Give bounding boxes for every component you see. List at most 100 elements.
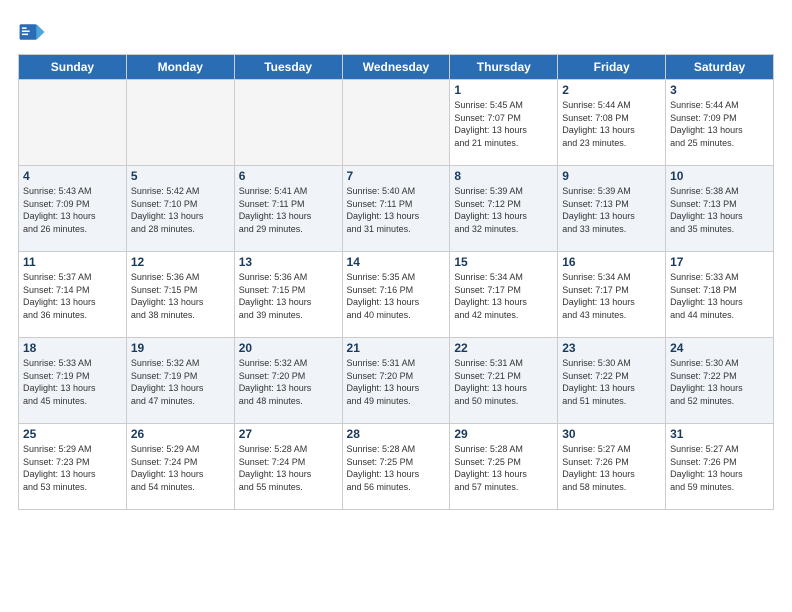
day-number: 24	[670, 341, 769, 355]
day-info: Sunrise: 5:44 AM Sunset: 7:09 PM Dayligh…	[670, 99, 769, 149]
day-number: 17	[670, 255, 769, 269]
day-info: Sunrise: 5:28 AM Sunset: 7:24 PM Dayligh…	[239, 443, 338, 493]
day-info: Sunrise: 5:43 AM Sunset: 7:09 PM Dayligh…	[23, 185, 122, 235]
weekday-header: Friday	[558, 55, 666, 80]
day-number: 1	[454, 83, 553, 97]
day-info: Sunrise: 5:30 AM Sunset: 7:22 PM Dayligh…	[562, 357, 661, 407]
day-number: 8	[454, 169, 553, 183]
day-number: 21	[347, 341, 446, 355]
calendar-page: SundayMondayTuesdayWednesdayThursdayFrid…	[0, 0, 792, 612]
calendar-cell: 19 Sunrise: 5:32 AM Sunset: 7:19 PM Dayli…	[126, 338, 234, 424]
day-number: 20	[239, 341, 338, 355]
day-info: Sunrise: 5:36 AM Sunset: 7:15 PM Dayligh…	[131, 271, 230, 321]
day-info: Sunrise: 5:38 AM Sunset: 7:13 PM Dayligh…	[670, 185, 769, 235]
day-info: Sunrise: 5:41 AM Sunset: 7:11 PM Dayligh…	[239, 185, 338, 235]
calendar-cell: 18 Sunrise: 5:33 AM Sunset: 7:19 PM Dayli…	[19, 338, 127, 424]
day-number: 23	[562, 341, 661, 355]
day-info: Sunrise: 5:33 AM Sunset: 7:19 PM Dayligh…	[23, 357, 122, 407]
weekday-header: Monday	[126, 55, 234, 80]
day-info: Sunrise: 5:27 AM Sunset: 7:26 PM Dayligh…	[562, 443, 661, 493]
calendar-cell: 7 Sunrise: 5:40 AM Sunset: 7:11 PM Daylig…	[342, 166, 450, 252]
calendar-cell: 3 Sunrise: 5:44 AM Sunset: 7:09 PM Daylig…	[666, 80, 774, 166]
day-number: 27	[239, 427, 338, 441]
day-number: 25	[23, 427, 122, 441]
day-info: Sunrise: 5:29 AM Sunset: 7:23 PM Dayligh…	[23, 443, 122, 493]
day-number: 6	[239, 169, 338, 183]
day-number: 31	[670, 427, 769, 441]
calendar-cell	[19, 80, 127, 166]
day-info: Sunrise: 5:45 AM Sunset: 7:07 PM Dayligh…	[454, 99, 553, 149]
calendar-cell: 12Sunrise: 5:36 AM Sunset: 7:15 PM Dayli…	[126, 252, 234, 338]
day-number: 19	[131, 341, 230, 355]
calendar-week-row: 11 Sunrise: 5:37 AM Sunset: 7:14 PM Dayli…	[19, 252, 774, 338]
day-info: Sunrise: 5:39 AM Sunset: 7:13 PM Dayligh…	[562, 185, 661, 235]
calendar-cell: 29 Sunrise: 5:28 AM Sunset: 7:25 PM Dayli…	[450, 424, 558, 510]
calendar-cell: 30 Sunrise: 5:27 AM Sunset: 7:26 PM Dayli…	[558, 424, 666, 510]
calendar-cell: 25 Sunrise: 5:29 AM Sunset: 7:23 PM Dayli…	[19, 424, 127, 510]
weekday-header: Wednesday	[342, 55, 450, 80]
calendar-cell: 26 Sunrise: 5:29 AM Sunset: 7:24 PM Dayli…	[126, 424, 234, 510]
day-number: 7	[347, 169, 446, 183]
day-number: 9	[562, 169, 661, 183]
day-info: Sunrise: 5:32 AM Sunset: 7:19 PM Dayligh…	[131, 357, 230, 407]
day-info: Sunrise: 5:29 AM Sunset: 7:24 PM Dayligh…	[131, 443, 230, 493]
day-number: 11	[23, 255, 122, 269]
logo	[18, 18, 50, 46]
day-info: Sunrise: 5:36 AM Sunset: 7:15 PM Dayligh…	[239, 271, 338, 321]
calendar-cell: 4Sunrise: 5:43 AM Sunset: 7:09 PM Daylig…	[19, 166, 127, 252]
day-number: 14	[347, 255, 446, 269]
calendar-cell: 11 Sunrise: 5:37 AM Sunset: 7:14 PM Dayli…	[19, 252, 127, 338]
day-info: Sunrise: 5:35 AM Sunset: 7:16 PM Dayligh…	[347, 271, 446, 321]
calendar-cell: 21Sunrise: 5:31 AM Sunset: 7:20 PM Dayli…	[342, 338, 450, 424]
calendar-cell: 31 Sunrise: 5:27 AM Sunset: 7:26 PM Dayli…	[666, 424, 774, 510]
calendar-cell: 13Sunrise: 5:36 AM Sunset: 7:15 PM Dayli…	[234, 252, 342, 338]
day-number: 22	[454, 341, 553, 355]
calendar-cell: 16 Sunrise: 5:34 AM Sunset: 7:17 PM Dayli…	[558, 252, 666, 338]
day-info: Sunrise: 5:28 AM Sunset: 7:25 PM Dayligh…	[454, 443, 553, 493]
calendar-table: SundayMondayTuesdayWednesdayThursdayFrid…	[18, 54, 774, 510]
day-info: Sunrise: 5:40 AM Sunset: 7:11 PM Dayligh…	[347, 185, 446, 235]
calendar-cell: 5Sunrise: 5:42 AM Sunset: 7:10 PM Daylig…	[126, 166, 234, 252]
calendar-cell: 17 Sunrise: 5:33 AM Sunset: 7:18 PM Dayli…	[666, 252, 774, 338]
calendar-cell: 15 Sunrise: 5:34 AM Sunset: 7:17 PM Dayli…	[450, 252, 558, 338]
calendar-cell: 6 Sunrise: 5:41 AM Sunset: 7:11 PM Daylig…	[234, 166, 342, 252]
day-info: Sunrise: 5:34 AM Sunset: 7:17 PM Dayligh…	[562, 271, 661, 321]
weekday-header: Saturday	[666, 55, 774, 80]
calendar-cell: 8 Sunrise: 5:39 AM Sunset: 7:12 PM Daylig…	[450, 166, 558, 252]
calendar-cell	[126, 80, 234, 166]
calendar-cell: 1 Sunrise: 5:45 AM Sunset: 7:07 PM Daylig…	[450, 80, 558, 166]
calendar-cell: 20 Sunrise: 5:32 AM Sunset: 7:20 PM Dayli…	[234, 338, 342, 424]
day-info: Sunrise: 5:33 AM Sunset: 7:18 PM Dayligh…	[670, 271, 769, 321]
weekday-header-row: SundayMondayTuesdayWednesdayThursdayFrid…	[19, 55, 774, 80]
calendar-cell: 27 Sunrise: 5:28 AM Sunset: 7:24 PM Dayli…	[234, 424, 342, 510]
calendar-week-row: 25 Sunrise: 5:29 AM Sunset: 7:23 PM Dayli…	[19, 424, 774, 510]
day-info: Sunrise: 5:32 AM Sunset: 7:20 PM Dayligh…	[239, 357, 338, 407]
day-number: 5	[131, 169, 230, 183]
calendar-cell: 10 Sunrise: 5:38 AM Sunset: 7:13 PM Dayli…	[666, 166, 774, 252]
calendar-week-row: 1 Sunrise: 5:45 AM Sunset: 7:07 PM Daylig…	[19, 80, 774, 166]
day-info: Sunrise: 5:28 AM Sunset: 7:25 PM Dayligh…	[347, 443, 446, 493]
day-info: Sunrise: 5:39 AM Sunset: 7:12 PM Dayligh…	[454, 185, 553, 235]
day-number: 2	[562, 83, 661, 97]
day-number: 10	[670, 169, 769, 183]
day-number: 15	[454, 255, 553, 269]
day-info: Sunrise: 5:37 AM Sunset: 7:14 PM Dayligh…	[23, 271, 122, 321]
calendar-cell: 14 Sunrise: 5:35 AM Sunset: 7:16 PM Dayli…	[342, 252, 450, 338]
calendar-cell: 28 Sunrise: 5:28 AM Sunset: 7:25 PM Dayli…	[342, 424, 450, 510]
day-info: Sunrise: 5:34 AM Sunset: 7:17 PM Dayligh…	[454, 271, 553, 321]
day-info: Sunrise: 5:44 AM Sunset: 7:08 PM Dayligh…	[562, 99, 661, 149]
day-number: 26	[131, 427, 230, 441]
day-number: 30	[562, 427, 661, 441]
weekday-header: Sunday	[19, 55, 127, 80]
day-number: 16	[562, 255, 661, 269]
day-number: 18	[23, 341, 122, 355]
weekday-header: Tuesday	[234, 55, 342, 80]
logo-icon	[18, 18, 46, 46]
day-number: 3	[670, 83, 769, 97]
day-number: 28	[347, 427, 446, 441]
day-number: 29	[454, 427, 553, 441]
calendar-cell: 24 Sunrise: 5:30 AM Sunset: 7:22 PM Dayli…	[666, 338, 774, 424]
page-header	[18, 18, 774, 46]
day-info: Sunrise: 5:27 AM Sunset: 7:26 PM Dayligh…	[670, 443, 769, 493]
day-info: Sunrise: 5:30 AM Sunset: 7:22 PM Dayligh…	[670, 357, 769, 407]
